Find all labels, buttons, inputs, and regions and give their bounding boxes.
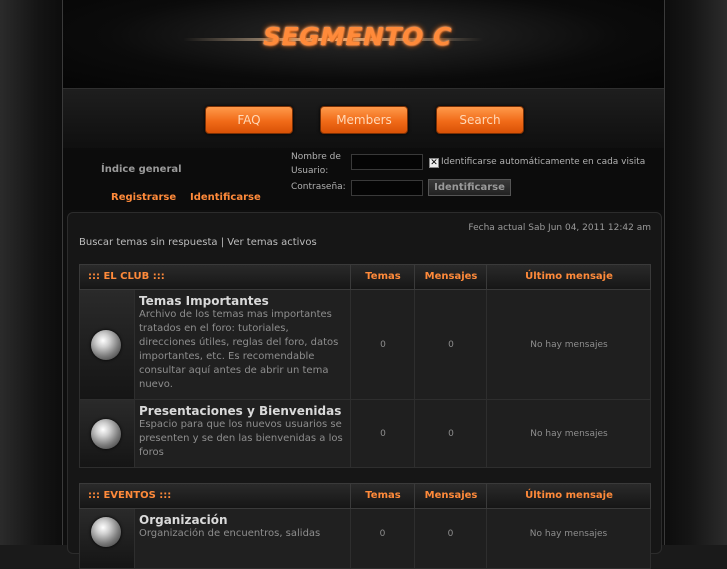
password-label: Contraseña: — [291, 182, 346, 192]
col-posts-header: Mensajes — [414, 484, 487, 508]
page-frame: SEGMENTO C FAQ Members Search Índice gen… — [62, 0, 665, 569]
forum-row: Presentaciones y Bienvenidas Espacio par… — [79, 400, 651, 468]
link-separator: | — [220, 237, 225, 248]
register-link[interactable]: Registrarse — [111, 192, 176, 203]
forum-read-icon — [91, 419, 121, 449]
forum-row: Temas Importantes Archivo de los temas m… — [79, 290, 651, 400]
col-posts-header: Mensajes — [414, 265, 487, 289]
forum-description: Organización de encuentros, salidas — [139, 528, 321, 539]
username-label: Nombre de Usuario: — [291, 152, 341, 176]
forum-title[interactable]: Temas Importantes — [139, 294, 346, 308]
forum-read-icon — [91, 517, 121, 547]
forum-title[interactable]: Presentaciones y Bienvenidas — [139, 404, 346, 418]
forum-status-cell — [80, 509, 134, 568]
forum-read-icon — [91, 330, 121, 360]
active-topics-link[interactable]: Ver temas activos — [227, 237, 316, 248]
forum-posts-count: 0 — [414, 290, 487, 399]
auto-login-label: Identificarse automáticamente en cada vi… — [441, 157, 646, 167]
forum-description: Archivo de los temas mas importantes tra… — [139, 309, 339, 390]
category-el-club: ::: EL CLUB ::: Temas Mensajes Último me… — [79, 264, 651, 468]
forum-posts-count: 0 — [414, 400, 487, 467]
breadcrumb-index-link[interactable]: Índice general — [101, 164, 182, 175]
forum-last-post: No hay mensajes — [486, 509, 650, 568]
col-last-post-header: Último mensaje — [486, 265, 651, 289]
nav-bar: FAQ Members Search — [63, 88, 664, 150]
forum-topics-count: 0 — [350, 290, 415, 399]
category-title[interactable]: ::: EVENTOS ::: — [80, 484, 350, 508]
forum-topics-count: 0 — [350, 400, 415, 467]
forum-topics-count: 0 — [350, 509, 414, 568]
search-button[interactable]: Search — [436, 106, 524, 134]
auto-login-checkbox[interactable]: ✕ — [429, 158, 439, 168]
login-panel: Índice general Nombre de Usuario: ✕ Iden… — [63, 148, 664, 210]
forum-info: Presentaciones y Bienvenidas Espacio par… — [134, 400, 350, 467]
forum-description: Espacio para que los nuevos usuarios se … — [139, 419, 343, 458]
col-topics-header: Temas — [350, 484, 415, 508]
site-logo[interactable]: SEGMENTO C — [263, 22, 452, 51]
category-header: ::: EVENTOS ::: Temas Mensajes Último me… — [79, 483, 651, 509]
forum-last-post: No hay mensajes — [486, 290, 651, 399]
forum-content: Fecha actual Sab Jun 04, 2011 12:42 am B… — [67, 212, 662, 569]
forum-last-post: No hay mensajes — [486, 400, 651, 467]
forum-status-cell — [80, 290, 134, 399]
current-date: Fecha actual Sab Jun 04, 2011 12:42 am — [468, 223, 651, 233]
header-banner: SEGMENTO C — [63, 0, 664, 88]
forum-status-cell — [80, 400, 134, 467]
forum-row: Organización Organización de encuentros,… — [79, 509, 651, 569]
login-link[interactable]: Identificarse — [190, 192, 261, 203]
forum-posts-count: 0 — [414, 509, 486, 568]
category-eventos: ::: EVENTOS ::: Temas Mensajes Último me… — [79, 483, 651, 569]
quick-links: Buscar temas sin respuesta | Ver temas a… — [79, 237, 317, 248]
right-border — [665, 0, 727, 545]
category-title[interactable]: ::: EL CLUB ::: — [80, 265, 350, 289]
forum-title[interactable]: Organización — [139, 513, 346, 527]
unanswered-topics-link[interactable]: Buscar temas sin respuesta — [79, 237, 218, 248]
forum-info: Temas Importantes Archivo de los temas m… — [134, 290, 350, 399]
col-topics-header: Temas — [350, 265, 415, 289]
username-input[interactable] — [351, 154, 423, 170]
col-last-post-header: Último mensaje — [486, 484, 651, 508]
forum-info: Organización Organización de encuentros,… — [134, 509, 350, 568]
password-input[interactable] — [351, 180, 423, 196]
left-border — [0, 0, 62, 545]
category-header: ::: EL CLUB ::: Temas Mensajes Último me… — [79, 264, 651, 290]
members-button[interactable]: Members — [320, 106, 408, 134]
faq-button[interactable]: FAQ — [205, 106, 293, 134]
login-button[interactable]: Identificarse — [428, 179, 511, 196]
